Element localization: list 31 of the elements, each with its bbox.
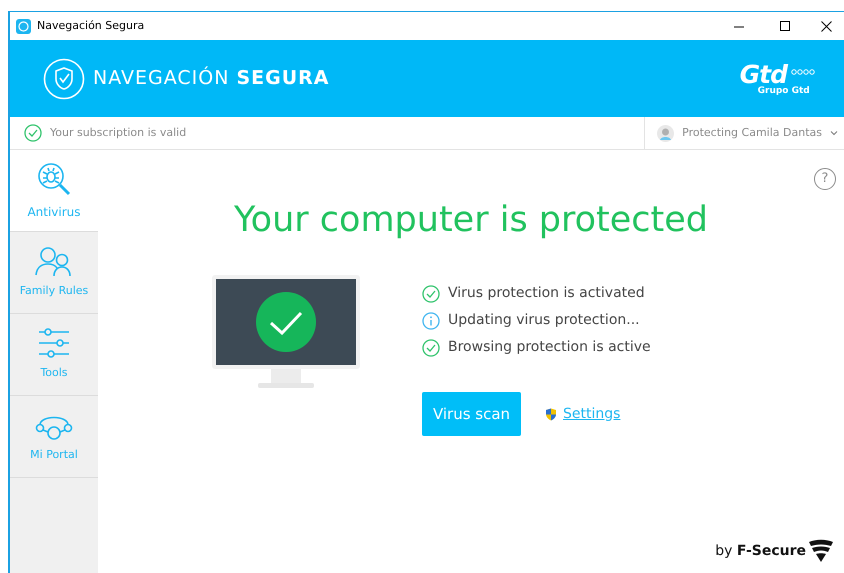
check-circle-icon [422, 284, 440, 302]
shield-check-icon [43, 58, 85, 100]
account-dropdown[interactable]: Protecting Camila Dantas [644, 117, 844, 149]
user-avatar-icon [657, 124, 674, 142]
vendor-name: by F-Secure [715, 542, 806, 560]
status-text: Virus protection is activated [448, 284, 645, 303]
info-icon [422, 312, 440, 330]
settings-link[interactable]: Settings [563, 404, 620, 424]
window-title: Navegación Segura [37, 18, 144, 34]
help-button[interactable]: ? [814, 168, 836, 190]
shield-icon [545, 408, 557, 420]
brand-subtitle: Grupo Gtd [758, 86, 810, 96]
check-circle-icon [422, 338, 440, 356]
close-icon [820, 20, 832, 32]
headline: Your computer is protected [234, 203, 708, 238]
check-circle-icon [24, 124, 42, 142]
virus-scan-button[interactable]: Virus scan [422, 392, 521, 436]
status-text: Updating virus protection... [448, 311, 640, 330]
subscription-status: Your subscription is valid [50, 124, 186, 141]
dots-icon [791, 68, 815, 74]
bug-search-icon [36, 160, 72, 196]
app-icon [16, 18, 31, 34]
product-name: NAVEGACIÓN SEGURA [93, 65, 330, 92]
sidebar-tab[interactable]: Antivirus [10, 150, 98, 232]
maximize-icon [780, 20, 790, 32]
vendor-logo-icon [808, 539, 834, 563]
chevron-down-icon [830, 130, 838, 136]
sliders-icon [38, 327, 70, 360]
brand-name: Gtd [740, 62, 787, 86]
status-text: Browsing protection is active [448, 338, 651, 357]
people-icon [35, 245, 73, 278]
